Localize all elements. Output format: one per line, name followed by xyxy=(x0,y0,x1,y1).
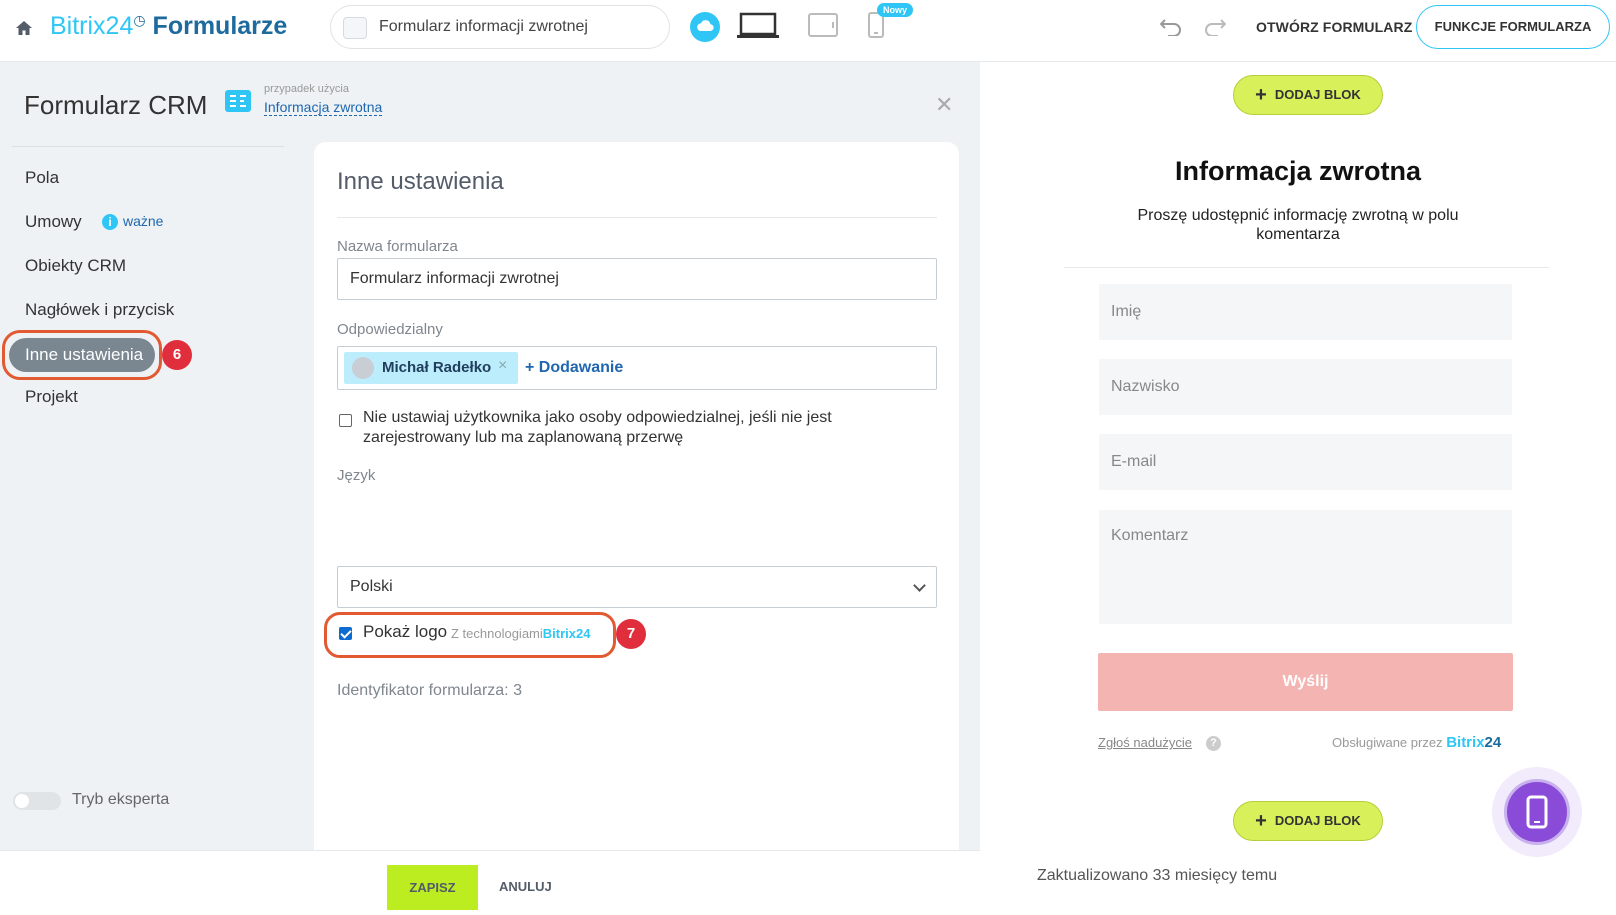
powered-brand-name: Bitrix xyxy=(1446,734,1485,751)
report-abuse-link[interactable]: Zgłoś nadużycie xyxy=(1098,735,1192,750)
powered-by: Obsługiwane przez Bitrix24 xyxy=(1332,734,1501,751)
expert-mode-toggle[interactable] xyxy=(13,792,61,810)
bottom-bar: ZAPISZ ANULUJ xyxy=(0,850,980,915)
add-block-button[interactable]: + DODAJ BLOK xyxy=(1233,801,1383,841)
first-name-input[interactable]: Imię xyxy=(1099,284,1512,340)
nav-item-agreements[interactable]: Umowy xyxy=(25,212,82,232)
top-bar: Bitrix24◷ Formularze Formularz informacj… xyxy=(0,0,1616,62)
divider xyxy=(1064,267,1549,268)
open-form-link[interactable]: OTWÓRZ FORMULARZ xyxy=(1256,19,1412,35)
remove-user-icon[interactable]: × xyxy=(498,357,507,375)
comment-textarea[interactable]: Komentarz xyxy=(1099,510,1512,624)
nav-item-fields[interactable]: Pola xyxy=(25,168,59,188)
form-preview: + DODAJ BLOK Informacja zwrotna Proszę ud… xyxy=(980,62,1616,915)
step-marker: 6 xyxy=(162,340,192,370)
usecase-link[interactable]: Informacja zwrotna xyxy=(264,99,383,116)
settings-panel: Formularz CRM przypadek użycia Informacj… xyxy=(0,62,980,915)
form-title-value: Formularz informacji zwrotnej xyxy=(379,18,588,35)
add-block-label: DODAJ BLOK xyxy=(1274,87,1361,102)
powered-by-label: Obsługiwane przez xyxy=(1332,735,1443,750)
image-icon xyxy=(343,17,367,39)
panel-title: Formularz CRM xyxy=(24,90,208,120)
nav-item-header-button[interactable]: Nagłówek i przycisk xyxy=(25,300,174,320)
preview-subtitle: Proszę udostępnić informację zwrotną w p… xyxy=(1137,207,1459,243)
last-updated: Zaktualizowano 33 miesięcy temu xyxy=(1037,867,1278,884)
phone-icon xyxy=(1504,779,1570,845)
powered-brand: Bitrix24 xyxy=(1446,734,1501,751)
user-name: Michał Radełko xyxy=(382,359,492,376)
email-input[interactable]: E-mail xyxy=(1099,434,1512,490)
language-value: Polski xyxy=(350,578,393,595)
usecase-icon xyxy=(225,90,251,112)
new-badge: Nowy xyxy=(877,3,914,17)
nav-item-design[interactable]: Projekt xyxy=(25,387,78,407)
responsible-field[interactable]: Michał Radełko × + Dodawanie xyxy=(337,346,937,390)
chevron-down-icon xyxy=(913,579,926,592)
add-user-link[interactable]: + Dodawanie xyxy=(525,359,623,377)
expert-mode-label: Tryb eksperta xyxy=(72,791,170,808)
form-name-label: Nazwa formularza xyxy=(337,238,458,255)
language-label: Język xyxy=(337,467,376,484)
send-button[interactable]: Wyślij xyxy=(1098,653,1513,711)
form-title-field[interactable]: Formularz informacji zwrotnej xyxy=(330,5,670,49)
add-block-button[interactable]: + DODAJ BLOK xyxy=(1233,75,1383,115)
no-user-checkbox-label: Nie ustawiaj użytkownika jako osoby odpo… xyxy=(363,409,832,446)
add-user-label: Dodawanie xyxy=(538,359,624,376)
language-select[interactable]: Polski xyxy=(337,566,937,608)
avatar xyxy=(352,357,374,379)
usecase-caption: przypadek użycia xyxy=(264,83,349,95)
undo-icon[interactable] xyxy=(1160,16,1182,36)
info-icon[interactable]: i xyxy=(102,214,118,230)
mobile-preview-button[interactable] xyxy=(1492,767,1582,857)
no-user-checkbox[interactable] xyxy=(339,414,352,427)
step-marker: 7 xyxy=(616,619,646,649)
brand-bitrix24: Bitrix24 xyxy=(50,12,134,40)
app-brand: Bitrix24◷ Formularze xyxy=(50,12,287,41)
important-link[interactable]: ważne xyxy=(123,213,163,229)
nav-divider xyxy=(12,146,284,147)
section-title: Inne ustawienia xyxy=(337,168,504,195)
user-chip[interactable]: Michał Radełko × xyxy=(344,352,518,384)
home-icon[interactable] xyxy=(14,18,34,38)
plus-icon: + xyxy=(1255,810,1267,832)
responsible-label: Odpowiedzialny xyxy=(337,321,443,338)
clock-icon: ◷ xyxy=(133,12,146,28)
redo-icon[interactable] xyxy=(1204,16,1226,36)
brand-formularze: Formularze xyxy=(152,12,288,40)
form-name-input[interactable]: Formularz informacji zwrotnej xyxy=(337,258,937,300)
cancel-button[interactable]: ANULUJ xyxy=(499,879,552,894)
powered-brand-num: 24 xyxy=(1484,734,1502,751)
divider xyxy=(337,217,937,218)
nav-item-crm-objects[interactable]: Obiekty CRM xyxy=(25,256,126,276)
plus-icon: + xyxy=(1255,84,1267,106)
save-button[interactable]: ZAPISZ xyxy=(387,865,478,910)
add-block-label: DODAJ BLOK xyxy=(1274,813,1361,828)
highlight-box xyxy=(324,612,616,658)
tablet-icon[interactable] xyxy=(808,13,838,37)
form-id: Identyfikator formularza: 3 xyxy=(337,682,522,699)
cloud-icon[interactable] xyxy=(690,12,720,42)
highlight-box xyxy=(2,330,162,380)
laptop-icon[interactable] xyxy=(737,12,779,40)
help-icon[interactable]: ? xyxy=(1206,736,1221,751)
settings-card: Inne ustawienia Nazwa formularza Formula… xyxy=(314,142,959,915)
preview-title: Informacja zwrotna xyxy=(1174,156,1422,186)
close-icon[interactable]: ✕ xyxy=(935,92,953,118)
last-name-input[interactable]: Nazwisko xyxy=(1099,359,1512,415)
form-functions-button[interactable]: FUNKCJE FORMULARZA xyxy=(1416,5,1610,49)
